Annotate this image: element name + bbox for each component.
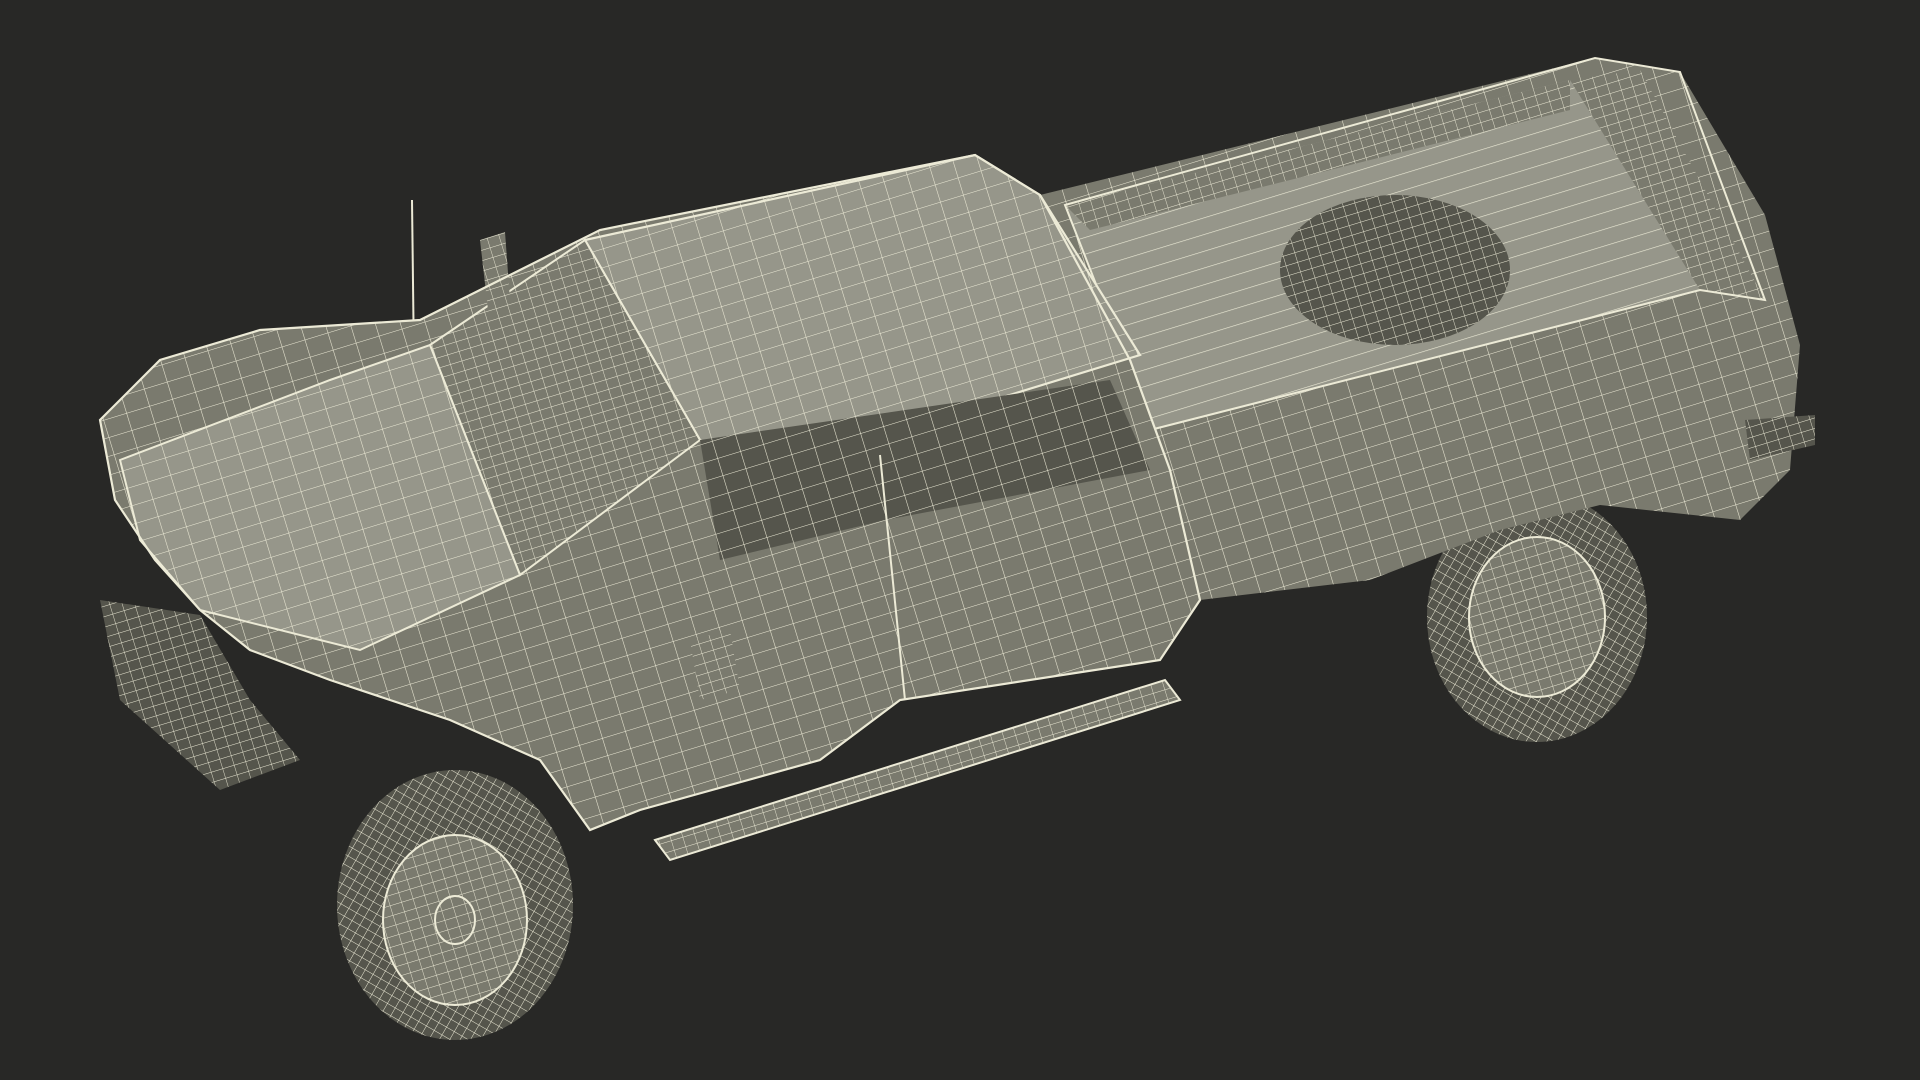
- front-wheel: [337, 770, 573, 1040]
- render-viewport: [0, 0, 1920, 1080]
- pickup-truck-icon: [0, 0, 1920, 1080]
